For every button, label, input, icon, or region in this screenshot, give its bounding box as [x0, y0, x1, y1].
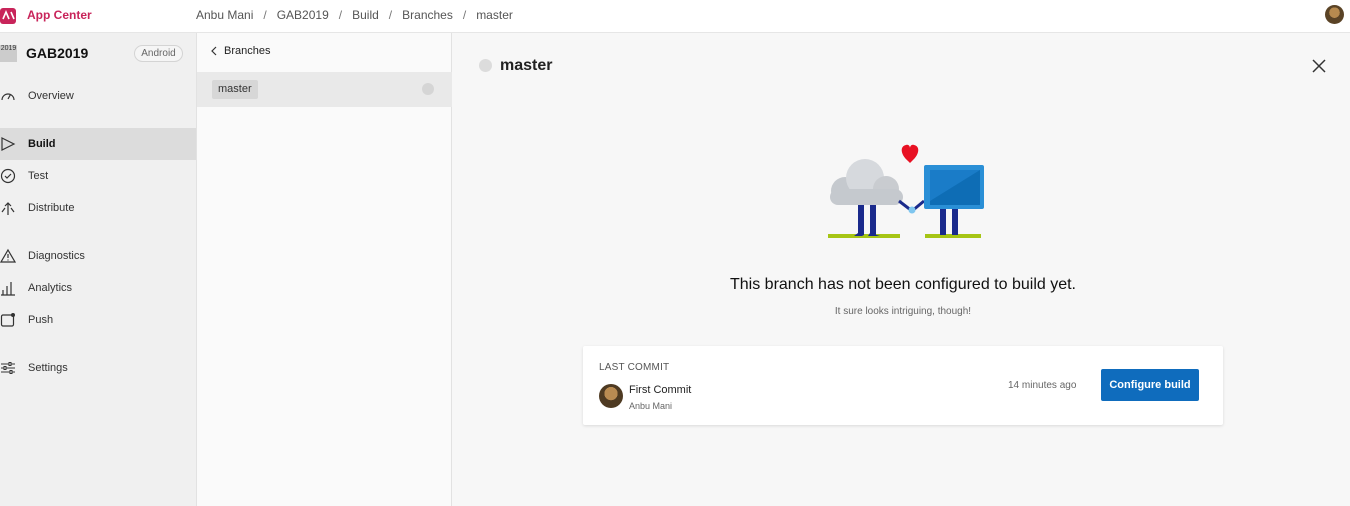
sidebar-item-settings[interactable]: Settings [0, 352, 196, 384]
close-icon[interactable] [1311, 58, 1327, 74]
last-commit-label: LAST COMMIT [599, 362, 670, 373]
branch-list-pane: Branches master [197, 33, 452, 506]
platform-badge: Android [134, 45, 183, 62]
warning-triangle-icon [0, 248, 16, 263]
sidebar-item-label: Settings [28, 362, 68, 374]
branch-detail-pane: master This branch has not been configur… [452, 33, 1350, 506]
configure-build-button[interactable]: Configure build [1101, 369, 1199, 401]
breadcrumb-owner[interactable]: Anbu Mani [196, 8, 253, 22]
speedometer-icon [1, 93, 15, 101]
empty-state-subline: It sure looks intriguing, though! [834, 306, 972, 317]
sidebar-item-overview[interactable]: Overview [0, 80, 196, 112]
breadcrumb-separator: / [462, 8, 467, 22]
sidebar-item-label: Build [28, 138, 56, 150]
sidebar-item-label: Diagnostics [28, 250, 85, 262]
empty-state-headline: This branch has not been configured to b… [730, 276, 1076, 293]
distribute-icon [1, 202, 15, 215]
commit-message: First Commit [629, 384, 692, 396]
sidebar-item-diagnostics[interactable]: Diagnostics [0, 240, 196, 272]
branch-status-icon [422, 83, 434, 95]
branch-list-item[interactable]: master [197, 72, 452, 107]
bar-chart-icon [1, 282, 15, 296]
app-name[interactable]: GAB2019 [26, 45, 88, 61]
user-avatar[interactable] [1325, 5, 1344, 24]
push-notification-icon [0, 313, 15, 327]
breadcrumb: Anbu Mani / GAB2019 / Build / Branches /… [196, 8, 513, 22]
page-title: master [500, 57, 553, 74]
chevron-left-icon [211, 46, 217, 56]
sidebar-item-label: Overview [28, 90, 74, 102]
sidebar-item-build[interactable]: Build [0, 128, 196, 160]
sidebar-item-label: Distribute [28, 202, 75, 214]
top-bar: App Center Anbu Mani / GAB2019 / Build /… [0, 0, 1350, 33]
breadcrumb-build[interactable]: Build [352, 8, 379, 22]
breadcrumb-separator: / [338, 8, 343, 22]
sidebar-item-label: Analytics [28, 282, 73, 294]
last-commit-card: LAST COMMIT First Commit Anbu Mani 14 mi… [583, 346, 1223, 425]
branch-status-icon [479, 59, 492, 72]
check-circle-icon [0, 168, 16, 184]
app-icon: 2019 [0, 45, 17, 62]
cloud-and-computer-illustration [828, 144, 984, 238]
sidebar-item-label: Test [28, 170, 49, 182]
commit-timestamp: 14 minutes ago [1008, 380, 1077, 391]
breadcrumb-separator: / [263, 8, 267, 22]
breadcrumb-separator: / [388, 8, 393, 22]
sidebar-item-label: Push [28, 314, 54, 326]
sidebar-item-distribute[interactable]: Distribute [0, 192, 196, 224]
back-label: Branches [224, 45, 271, 57]
sidebar-item-test[interactable]: Test [0, 160, 196, 192]
branch-name: master [212, 80, 258, 99]
breadcrumb-app[interactable]: GAB2019 [277, 8, 329, 22]
sliders-icon [1, 362, 15, 374]
commit-author-avatar [599, 384, 623, 408]
back-to-branches-link[interactable]: Branches [211, 45, 270, 57]
breadcrumb-branch: master [476, 8, 513, 22]
sidebar: 2019 GAB2019 Android Overview Build Test… [0, 33, 197, 506]
breadcrumb-branches[interactable]: Branches [402, 8, 453, 22]
brand-name[interactable]: App Center [27, 8, 92, 22]
app-center-logo-icon[interactable] [0, 7, 18, 25]
commit-author: Anbu Mani [629, 401, 673, 411]
play-outline-icon [1, 137, 16, 151]
sidebar-item-analytics[interactable]: Analytics [0, 272, 196, 304]
sidebar-item-push[interactable]: Push [0, 304, 196, 336]
